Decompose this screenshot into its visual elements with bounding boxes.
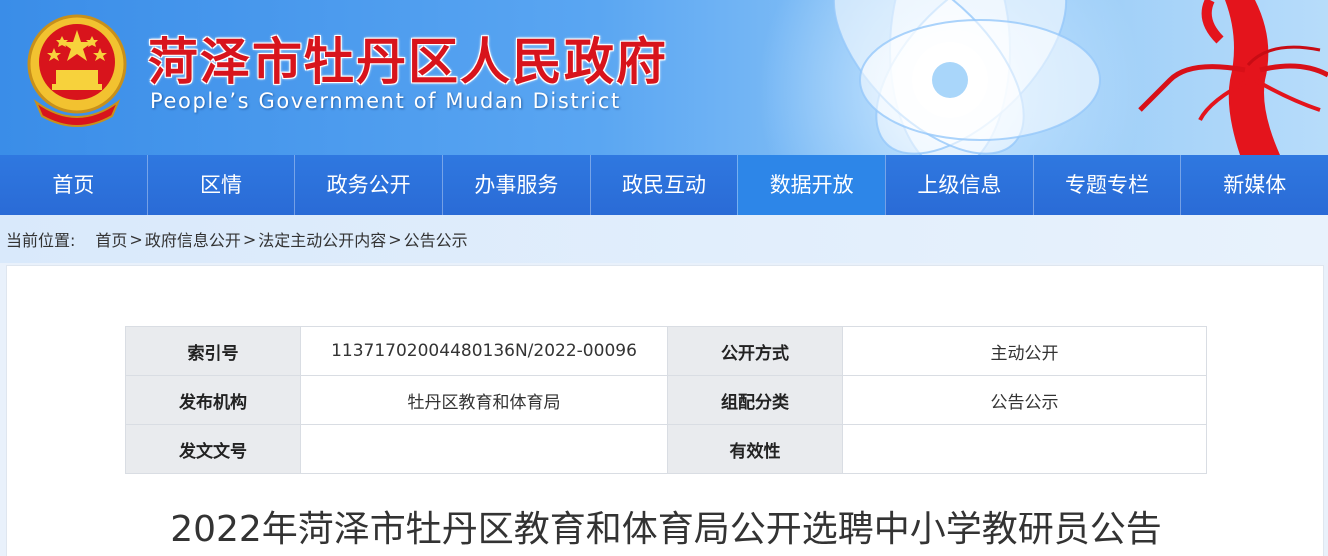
document-title: 2022年菏泽市牡丹区教育和体育局公开选聘中小学教研员公告 — [170, 509, 1162, 550]
nav-item-special-topics[interactable]: 专题专栏 — [1032, 155, 1181, 215]
nav-item-open-data[interactable]: 数据开放 — [737, 155, 886, 215]
breadcrumb: 当前位置: 首页 > 政府信息公开 > 法定主动公开内容 > 公告公示 — [0, 215, 1328, 263]
meta-value-publisher: 牡丹区教育和体育局 — [300, 375, 668, 425]
breadcrumb-link-home[interactable]: 首页 — [95, 227, 127, 251]
nav-item-home[interactable]: 首页 — [0, 155, 147, 215]
meta-key-publisher: 发布机构 — [125, 375, 301, 425]
peony-decoration-icon — [832, 0, 1101, 155]
breadcrumb-link-announcements[interactable]: 公告公示 — [404, 227, 468, 251]
meta-value-doc-no — [300, 424, 668, 474]
table-row: 索引号 11371702004480136N/2022-00096 公开方式 主… — [125, 326, 1207, 376]
table-row: 发布机构 牡丹区教育和体育局 组配分类 公告公示 — [125, 375, 1207, 425]
meta-value-validity — [842, 424, 1207, 474]
breadcrumb-label: 当前位置: — [6, 231, 76, 250]
red-sculpture-icon — [1138, 0, 1328, 155]
nav-item-services[interactable]: 办事服务 — [442, 155, 590, 215]
breadcrumb-link-statutory[interactable]: 法定主动公开内容 — [258, 227, 386, 251]
site-title: 菏泽市牡丹区人民政府 — [148, 32, 668, 91]
nav-item-district-info[interactable]: 区情 — [146, 155, 295, 215]
meta-key-index-no: 索引号 — [125, 326, 301, 376]
header-banner: 菏泽市牡丹区人民政府 People’s Government of Mudan … — [0, 0, 1328, 155]
meta-value-index-no: 11371702004480136N/2022-00096 — [300, 326, 668, 376]
breadcrumb-link-gov-info[interactable]: 政府信息公开 — [145, 227, 241, 251]
site-subtitle: People’s Government of Mudan District — [150, 89, 621, 113]
meta-key-validity: 有效性 — [667, 424, 843, 474]
meta-key-disclosure: 公开方式 — [667, 326, 843, 376]
content-panel: 索引号 11371702004480136N/2022-00096 公开方式 主… — [6, 265, 1324, 556]
document-meta-table: 索引号 11371702004480136N/2022-00096 公开方式 主… — [125, 326, 1207, 474]
meta-value-category: 公告公示 — [842, 375, 1207, 425]
nav-item-gov-affairs[interactable]: 政务公开 — [294, 155, 442, 215]
national-emblem-icon — [27, 14, 127, 127]
breadcrumb-separator: > — [242, 229, 257, 249]
meta-key-doc-no: 发文文号 — [125, 424, 301, 474]
table-row: 发文文号 有效性 — [125, 424, 1207, 474]
nav-item-new-media[interactable]: 新媒体 — [1180, 155, 1328, 215]
breadcrumb-separator: > — [129, 229, 143, 249]
main-nav: 首页 区情 政务公开 办事服务 政民互动 数据开放 上级信息 专题专栏 新媒体 — [0, 155, 1328, 215]
meta-value-disclosure: 主动公开 — [842, 326, 1207, 376]
nav-item-superior-info[interactable]: 上级信息 — [885, 155, 1033, 215]
nav-item-interaction[interactable]: 政民互动 — [589, 155, 738, 215]
meta-key-category: 组配分类 — [667, 375, 843, 425]
breadcrumb-separator: > — [388, 229, 402, 249]
